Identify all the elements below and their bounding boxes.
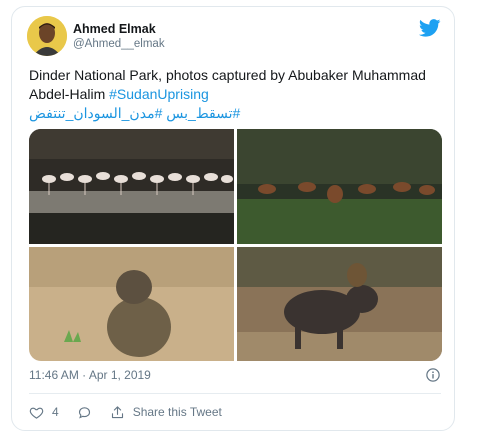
- hashtag-sudanuprising[interactable]: #SudanUprising: [109, 86, 209, 102]
- hashtag-arabic[interactable]: #تسقط_بس #مدن_السودان_تنتفض: [29, 104, 449, 123]
- tweet-card[interactable]: Ahmed Elmak @Ahmed__elmak Dinder Nationa…: [11, 6, 455, 431]
- photo-baboon[interactable]: [29, 247, 234, 361]
- tweet-timestamp[interactable]: 11:46 AM · Apr 1, 2019: [29, 368, 151, 382]
- antelopes-image: [237, 129, 442, 244]
- warthog-image: [237, 247, 442, 361]
- tweet-actions: 4 Share this Tweet: [29, 402, 240, 422]
- share-button[interactable]: Share this Tweet: [110, 405, 222, 420]
- photo-grid: [29, 129, 442, 361]
- baboon-image: [29, 247, 234, 361]
- like-button[interactable]: 4: [29, 405, 59, 420]
- tweet-body: Dinder National Park, photos captured by…: [29, 67, 426, 102]
- author-avatar[interactable]: [27, 16, 67, 56]
- author-name[interactable]: Ahmed Elmak: [73, 22, 165, 37]
- share-label: Share this Tweet: [132, 405, 222, 419]
- photo-warthog[interactable]: [237, 247, 442, 361]
- heart-icon: [29, 407, 44, 419]
- divider: [29, 393, 441, 394]
- photo-flamingos[interactable]: [29, 129, 234, 244]
- reply-button[interactable]: [77, 405, 92, 420]
- share-icon: [111, 405, 123, 418]
- speech-bubble-icon: [78, 406, 90, 419]
- tweet-text: Dinder National Park, photos captured by…: [29, 66, 449, 123]
- twitter-bird-icon[interactable]: [419, 19, 441, 37]
- author-handle[interactable]: @Ahmed__elmak: [73, 37, 165, 52]
- like-count: 4: [52, 405, 59, 419]
- photo-antelopes[interactable]: [237, 129, 442, 244]
- info-icon[interactable]: [426, 368, 440, 382]
- flamingos-image: [29, 129, 234, 244]
- author-info[interactable]: Ahmed Elmak @Ahmed__elmak: [73, 22, 165, 52]
